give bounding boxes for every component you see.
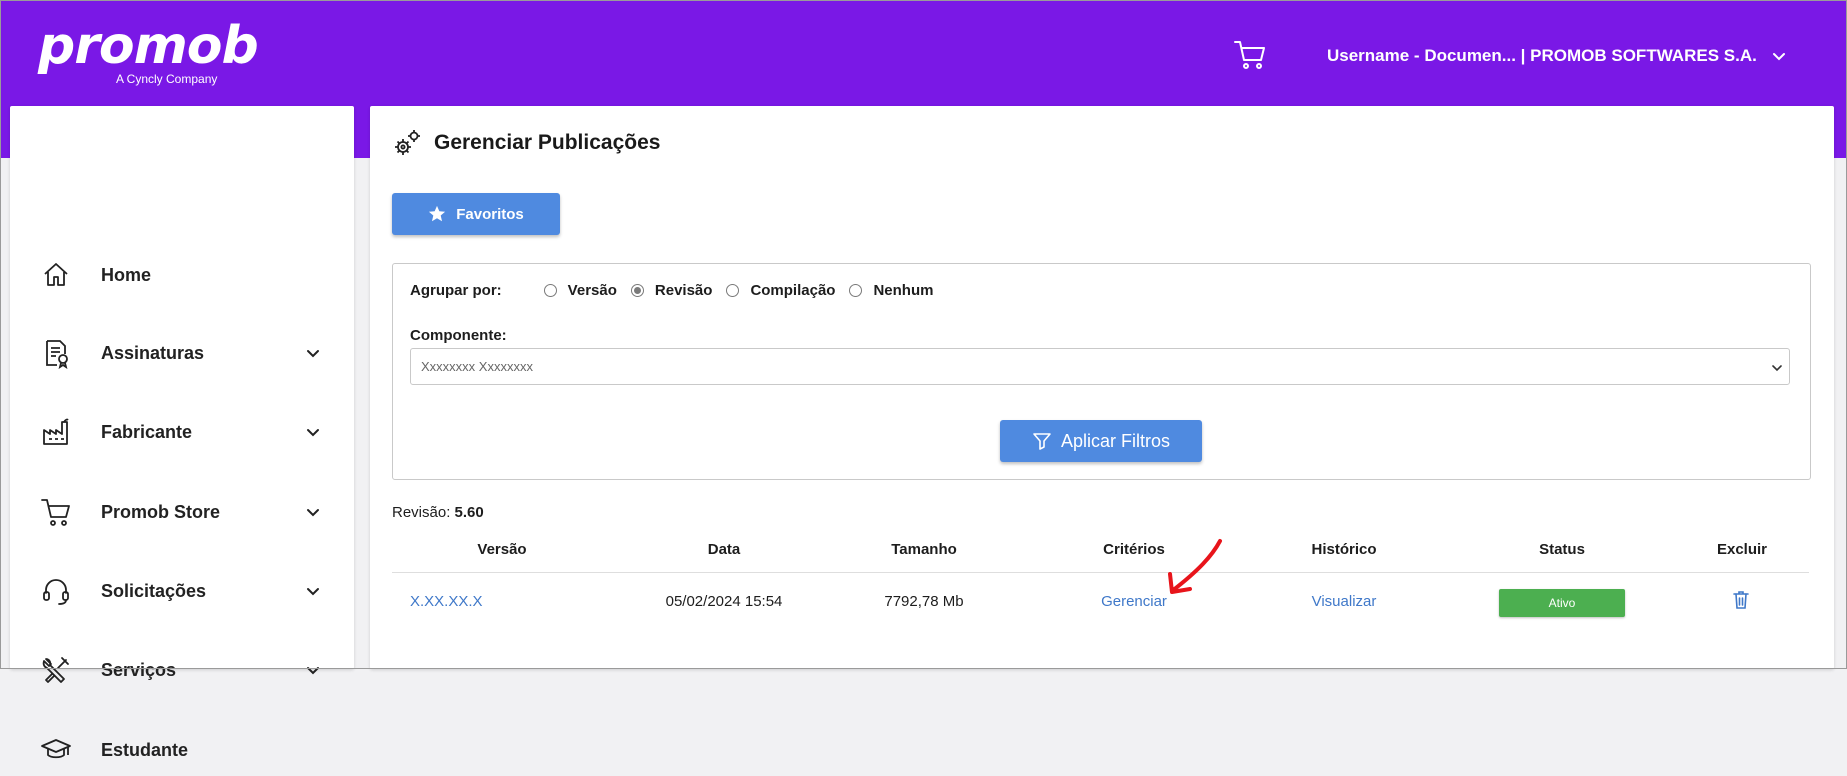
apply-filters-label: Aplicar Filtros xyxy=(1060,430,1171,451)
sidebar-item-servicos[interactable]: Serviços xyxy=(10,644,354,696)
page-header: Gerenciar Publicações xyxy=(392,128,660,158)
chevron-down-icon xyxy=(307,429,319,437)
chevron-down-icon xyxy=(307,509,319,517)
page-title: Gerenciar Publicações xyxy=(434,131,661,154)
chevron-down-icon xyxy=(307,588,319,596)
filter-icon xyxy=(1033,433,1051,450)
publication-date: 05/02/2024 15:54 xyxy=(665,593,783,610)
radio-label: Revisão xyxy=(654,282,713,299)
column-header-historico: Histórico xyxy=(1311,541,1377,558)
chevron-down-icon xyxy=(1772,53,1785,61)
column-header-tamanho: Tamanho xyxy=(891,541,957,558)
radio-label: Compilação xyxy=(750,282,836,299)
logo-wordmark: promob xyxy=(38,16,259,76)
document-certificate-icon xyxy=(46,340,68,369)
view-history-link[interactable]: Visualizar xyxy=(1264,593,1424,610)
radio-button[interactable] xyxy=(726,284,740,297)
favorites-button-label: Favoritos xyxy=(456,205,524,223)
revision-label: Revisão: xyxy=(392,504,451,521)
table-header-row: Versão Data Tamanho Critérios Histórico … xyxy=(392,530,1809,573)
radio-button[interactable] xyxy=(543,284,557,297)
radio-compilacao[interactable]: Compilação xyxy=(726,282,835,299)
apply-filters-button[interactable]: Aplicar Filtros xyxy=(1000,420,1202,462)
trash-icon[interactable] xyxy=(1731,589,1751,611)
sidebar-item-label: Home xyxy=(101,264,152,285)
column-header-excluir: Excluir xyxy=(1716,541,1768,558)
home-icon xyxy=(44,263,68,286)
sidebar-item-label: Solicitações xyxy=(101,580,207,601)
star-icon xyxy=(429,205,446,222)
version-link[interactable]: X.XX.XX.X xyxy=(410,593,483,610)
user-account-menu[interactable]: Username - Documen... | PROMOB SOFTWARES… xyxy=(1327,46,1787,66)
status-badge: Ativo xyxy=(1499,589,1625,617)
group-by-label: Agrupar por: xyxy=(410,282,502,299)
group-by-row: Agrupar por: Versão Revisão Compilação N… xyxy=(410,282,947,299)
sidebar-item-label: Assinaturas xyxy=(101,342,205,363)
annotation-arrow-icon xyxy=(1168,539,1222,594)
promob-logo[interactable]: promob A Cyncly Company xyxy=(38,16,259,86)
radio-versao[interactable]: Versão xyxy=(543,282,617,299)
radio-revisao[interactable]: Revisão xyxy=(630,282,713,299)
cart-icon xyxy=(41,499,70,526)
sidebar-item-promob-store[interactable]: Promob Store xyxy=(10,486,354,538)
sidebar-item-label: Estudante xyxy=(101,739,189,760)
revision-summary: Revisão: 5.60 xyxy=(392,504,484,521)
component-select[interactable]: Xxxxxxxx Xxxxxxxx xyxy=(410,348,1790,385)
tools-icon xyxy=(42,657,69,683)
sidebar-item-label: Promob Store xyxy=(101,501,221,522)
factory-icon xyxy=(43,418,69,445)
sidebar-item-estudante[interactable]: Estudante xyxy=(10,724,354,776)
chevron-down-icon xyxy=(307,350,319,358)
radio-button[interactable] xyxy=(630,284,644,297)
publications-table: Versão Data Tamanho Critérios Histórico … xyxy=(392,530,1809,631)
graduation-cap-icon xyxy=(41,739,71,759)
column-header-versao: Versão xyxy=(477,541,527,558)
gears-icon xyxy=(395,130,420,155)
sidebar-item-home[interactable]: Home xyxy=(10,249,354,301)
chevron-down-icon xyxy=(1772,365,1782,372)
sidebar-item-solicitacoes[interactable]: Solicitações xyxy=(10,565,354,617)
filter-panel: Agrupar por: Versão Revisão Compilação N… xyxy=(392,263,1811,480)
column-header-data: Data xyxy=(707,541,741,558)
chevron-down-icon xyxy=(307,667,319,675)
sidebar-item-fabricante[interactable]: Fabricante xyxy=(10,406,354,458)
radio-label: Nenhum xyxy=(873,282,934,299)
main-panel: Gerenciar Publicações Favoritos Agrupar … xyxy=(370,106,1834,669)
headset-icon xyxy=(43,579,69,605)
logo-tagline: A Cyncly Company xyxy=(116,72,218,86)
favorites-button[interactable]: Favoritos xyxy=(392,193,560,235)
sidebar-item-label: Serviços xyxy=(101,659,177,680)
cart-icon[interactable] xyxy=(1233,38,1267,72)
revision-value: 5.60 xyxy=(454,504,484,521)
user-account-label: Username - Documen... | PROMOB SOFTWARES… xyxy=(1327,46,1757,65)
radio-nenhum[interactable]: Nenhum xyxy=(849,282,933,299)
radio-label: Versão xyxy=(567,282,617,299)
column-header-status: Status xyxy=(1539,541,1585,558)
publication-size: 7792,78 Mb xyxy=(884,593,964,610)
sidebar: Home Assinaturas Fabricante Promob Store… xyxy=(10,106,354,760)
sidebar-item-assinaturas[interactable]: Assinaturas xyxy=(10,327,354,379)
component-label: Componente: xyxy=(410,327,507,344)
table-row: X.XX.XX.X 05/02/2024 15:54 7792,78 Mb Ge… xyxy=(392,573,1809,631)
component-select-value: Xxxxxxxx Xxxxxxxx xyxy=(421,359,533,374)
radio-button[interactable] xyxy=(849,284,863,297)
sidebar-item-label: Fabricante xyxy=(101,421,193,442)
